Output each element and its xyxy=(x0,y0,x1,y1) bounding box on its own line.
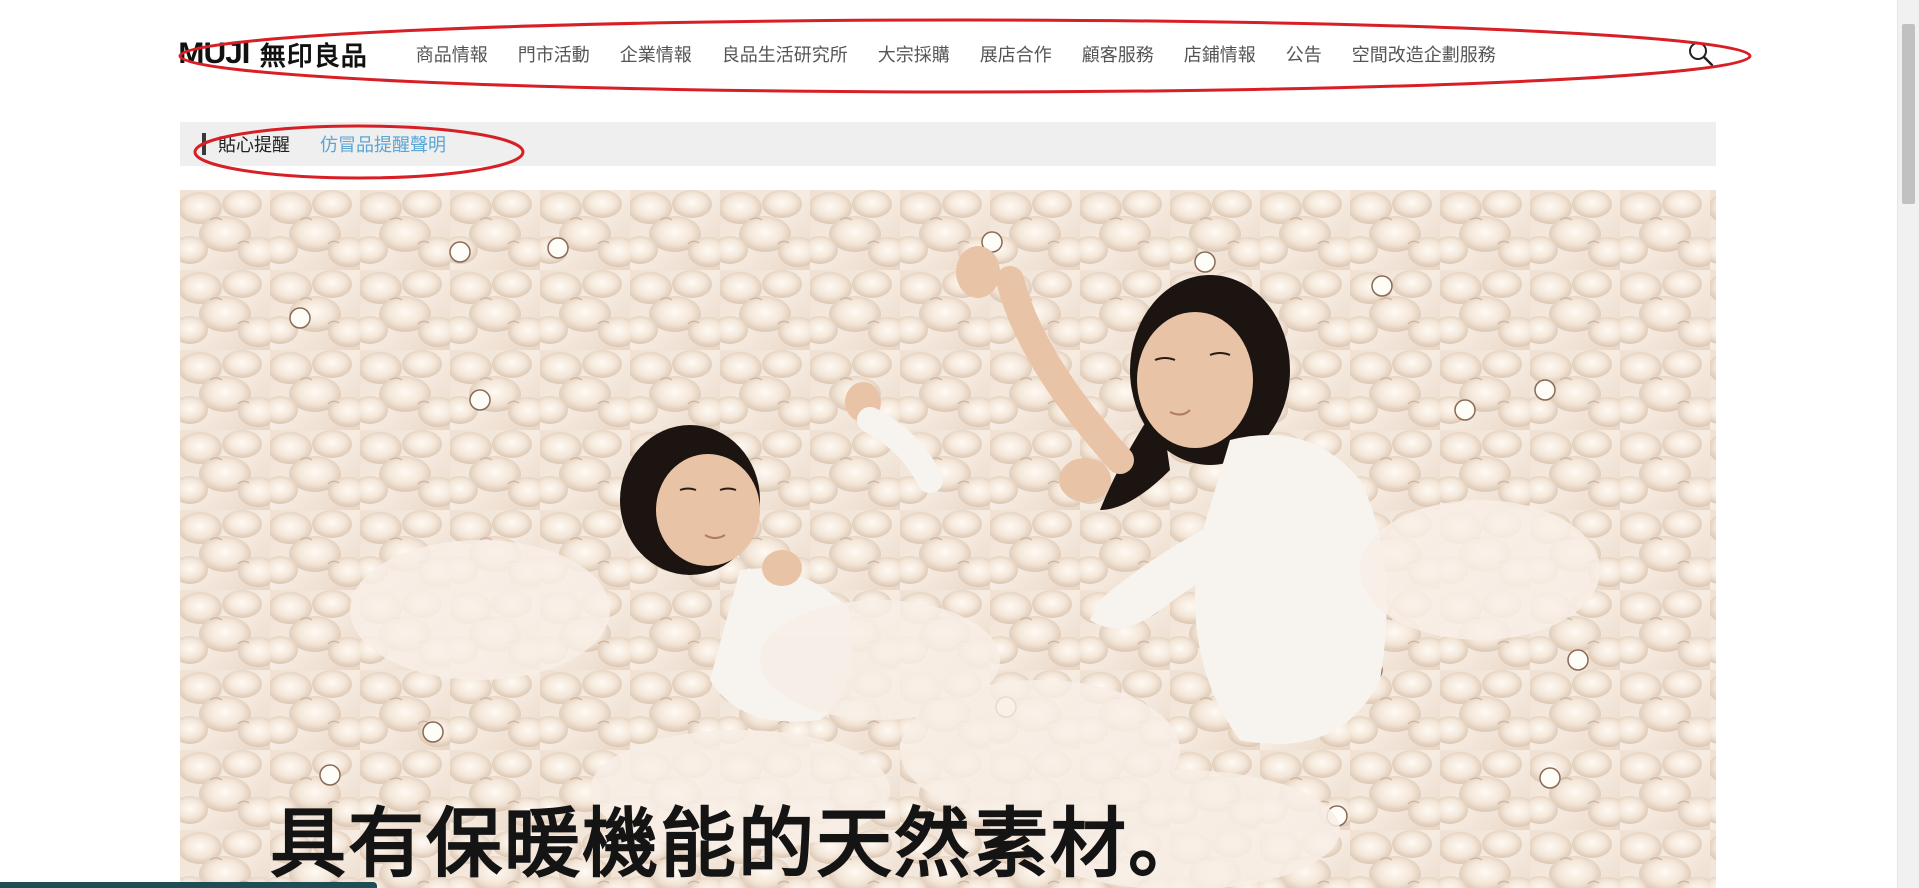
nav-item-store-events[interactable]: 門市活動 xyxy=(518,41,590,67)
nav-item-store-partnership[interactable]: 展店合作 xyxy=(980,41,1052,67)
counterfeit-notice-link[interactable]: 仿冒品提醒聲明 xyxy=(320,131,446,157)
hero-caption: 具有保暖機能的天然素材。 xyxy=(270,799,1206,888)
logo-latin: MUJI xyxy=(178,37,250,70)
header: MUJI 無印良品 商品情報 門市活動 企業情報 良品生活研究所 大宗採購 展店… xyxy=(178,26,1715,82)
nav-item-lifestyle-lab[interactable]: 良品生活研究所 xyxy=(722,41,848,67)
notice-accent-bar xyxy=(202,133,206,155)
scroll-thumb[interactable] xyxy=(1902,24,1915,204)
nav-item-customer-service[interactable]: 顧客服務 xyxy=(1082,41,1154,67)
muji-logo[interactable]: MUJI 無印良品 xyxy=(178,26,368,82)
notice-label: 貼心提醒 xyxy=(218,135,290,156)
logo-cjk: 無印良品 xyxy=(259,41,368,72)
nav-item-bulk-purchase[interactable]: 大宗採購 xyxy=(878,41,950,67)
nav-item-corporate[interactable]: 企業情報 xyxy=(620,41,692,67)
notice-bar: 貼心提醒 仿冒品提醒聲明 xyxy=(180,122,1716,166)
search-icon[interactable] xyxy=(1687,40,1715,68)
bottom-strip xyxy=(0,882,377,888)
main-nav: 商品情報 門市活動 企業情報 良品生活研究所 大宗採購 展店合作 顧客服務 店鋪… xyxy=(416,26,1496,82)
nav-item-store-info[interactable]: 店鋪情報 xyxy=(1184,41,1256,67)
nav-item-space-planning[interactable]: 空間改造企劃服務 xyxy=(1352,41,1496,67)
nav-item-announcements[interactable]: 公告 xyxy=(1286,41,1322,67)
vertical-scrollbar[interactable] xyxy=(1897,0,1919,888)
hero-banner[interactable]: 具有保暖機能的天然素材。 xyxy=(180,190,1716,888)
page: MUJI 無印良品 商品情報 門市活動 企業情報 良品生活研究所 大宗採購 展店… xyxy=(0,0,1919,888)
nav-item-products[interactable]: 商品情報 xyxy=(416,41,488,67)
